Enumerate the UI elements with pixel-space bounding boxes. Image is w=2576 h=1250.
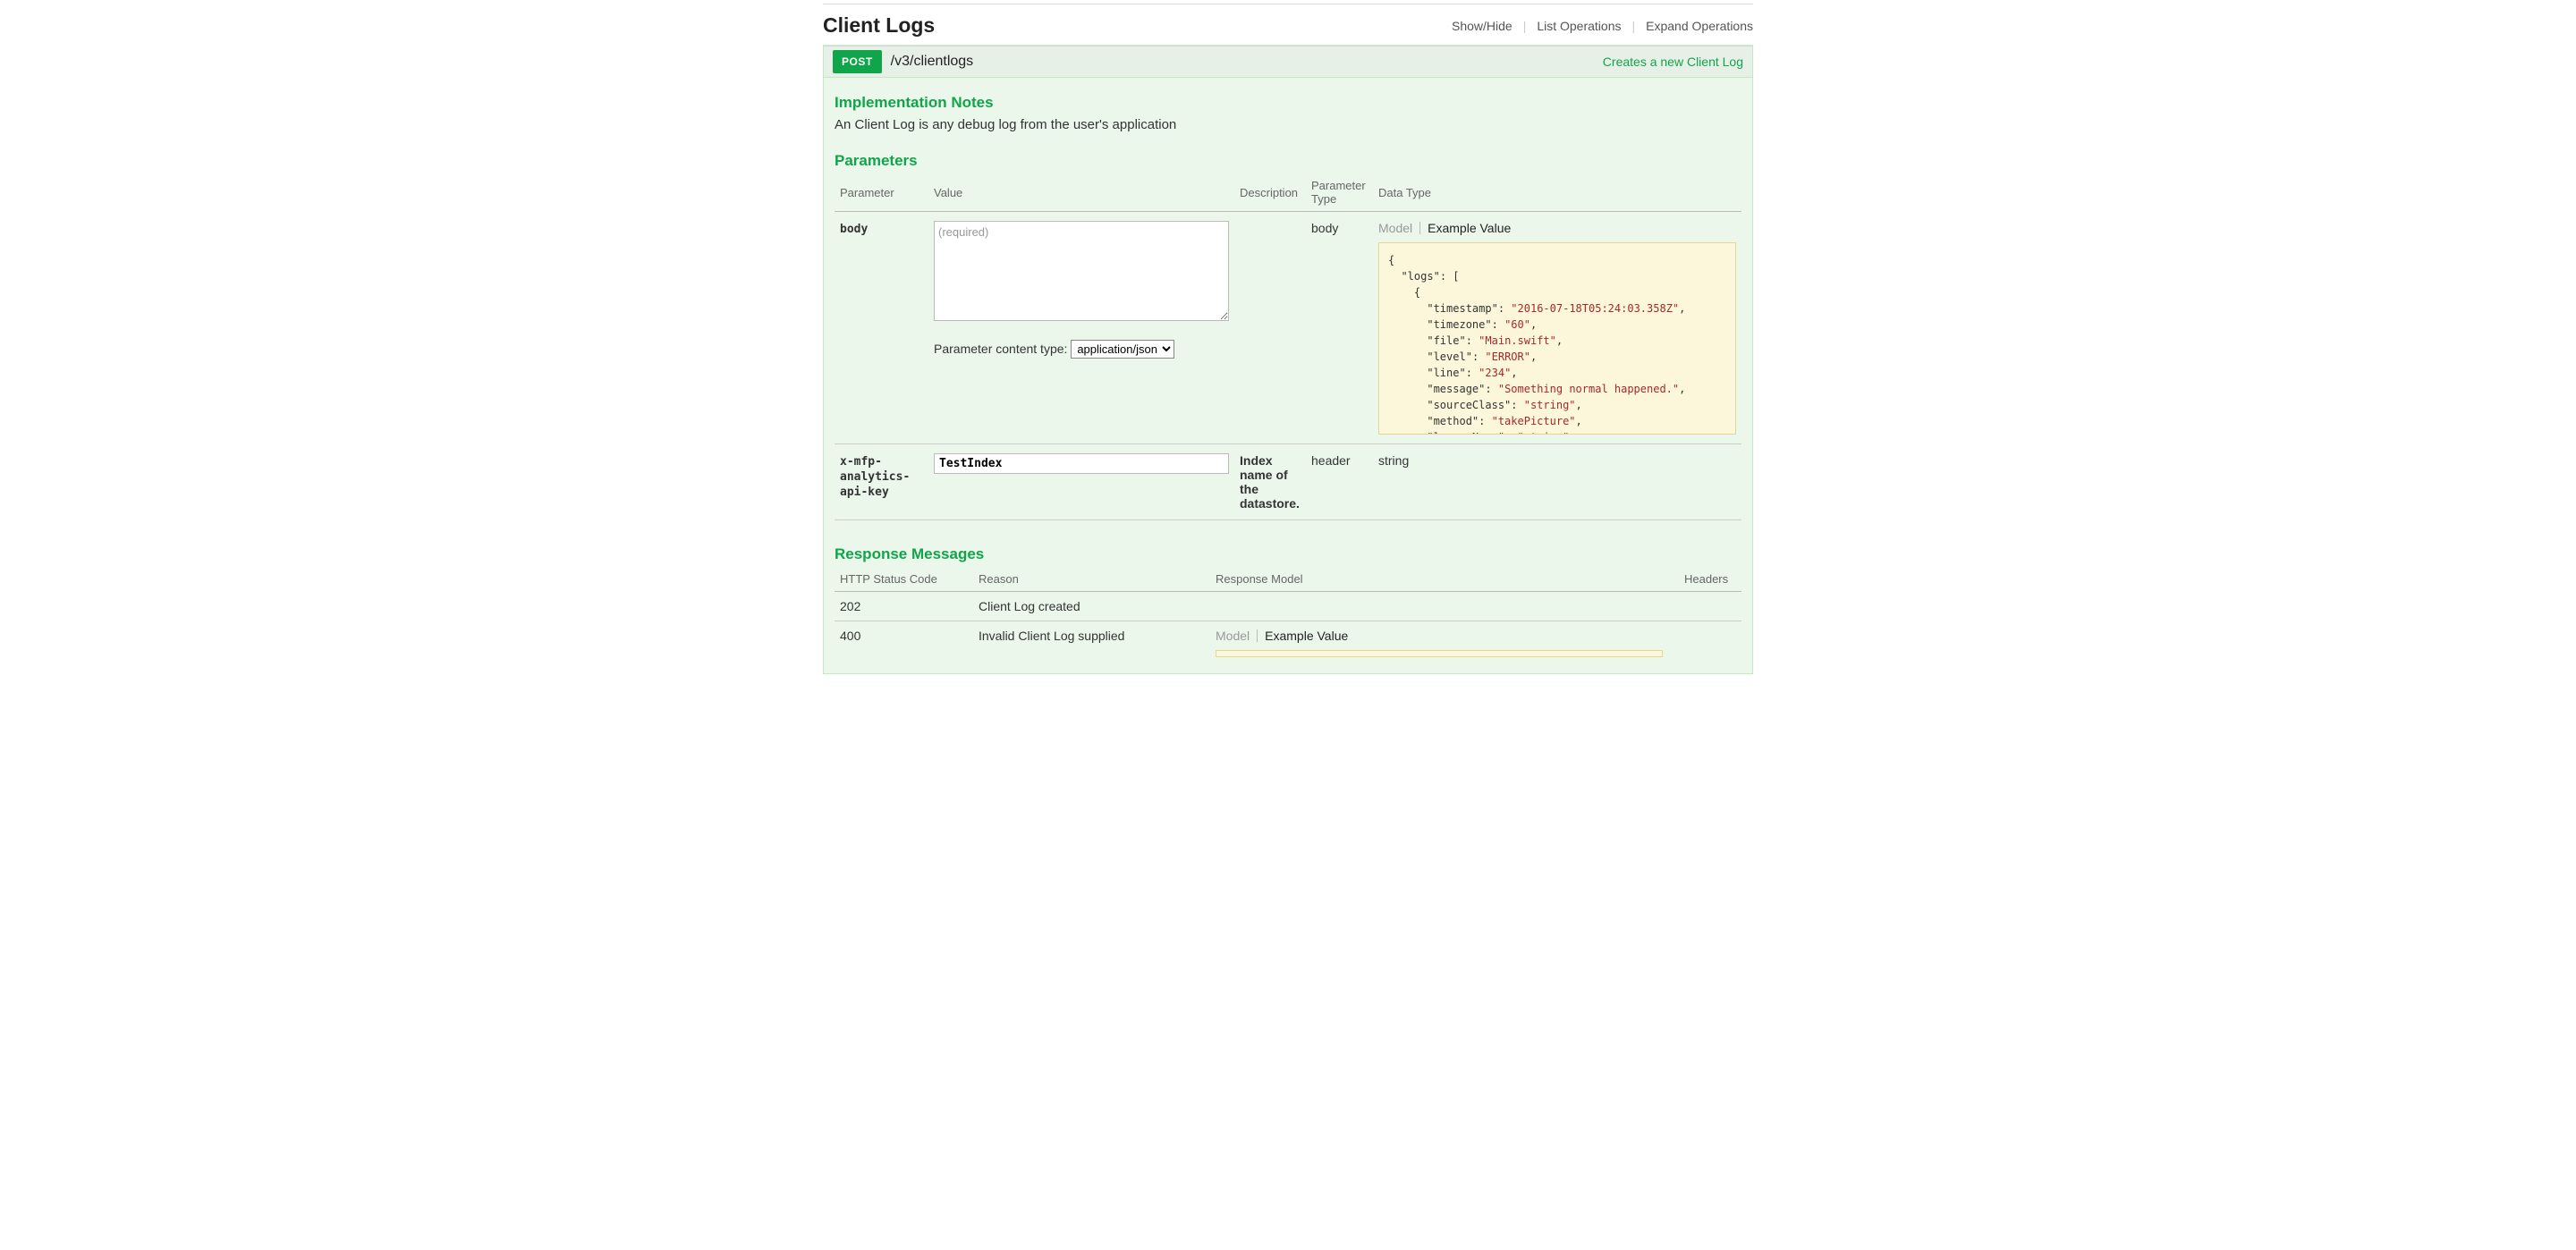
- content-type-row: Parameter content type: application/json: [934, 340, 1229, 359]
- example-json-box[interactable]: { "logs": [ { "timestamp": "2016-07-18T0…: [1378, 242, 1736, 435]
- param-type-apikey: header: [1311, 453, 1351, 468]
- operation-row[interactable]: POST /v3/clientlogs Creates a new Client…: [823, 46, 1753, 78]
- status-reason: Invalid Client Log supplied: [979, 629, 1124, 643]
- table-row: 400 Invalid Client Log supplied Model Ex…: [835, 621, 1741, 665]
- model-tab[interactable]: Model: [1378, 221, 1412, 235]
- divider-icon: [1419, 222, 1420, 234]
- table-row: body Parameter content type: application…: [835, 212, 1741, 444]
- list-operations-link[interactable]: List Operations: [1537, 19, 1621, 33]
- status-reason: Client Log created: [979, 599, 1080, 613]
- divider-icon: |: [1523, 19, 1527, 33]
- data-type-apikey: string: [1378, 453, 1409, 468]
- parameters-heading: Parameters: [835, 152, 1741, 170]
- col-description: Description: [1234, 175, 1306, 212]
- operation-body: Implementation Notes An Client Log is an…: [823, 78, 1753, 674]
- apikey-description: Index name of the datastore.: [1240, 453, 1300, 511]
- responses-table: HTTP Status Code Reason Response Model H…: [835, 569, 1741, 664]
- example-json-box-small[interactable]: [1216, 650, 1663, 657]
- model-tab[interactable]: Model: [1216, 629, 1250, 643]
- col-headers: Headers: [1679, 569, 1741, 592]
- expand-operations-link[interactable]: Expand Operations: [1646, 19, 1753, 33]
- show-hide-link[interactable]: Show/Hide: [1452, 19, 1513, 33]
- parameters-table: Parameter Value Description Parameter Ty…: [835, 175, 1741, 520]
- body-textarea[interactable]: [934, 221, 1229, 321]
- divider-icon: [1257, 629, 1258, 642]
- status-code: 400: [840, 629, 860, 643]
- col-response-model: Response Model: [1210, 569, 1679, 592]
- implementation-notes-heading: Implementation Notes: [835, 94, 1741, 112]
- section-title[interactable]: Client Logs: [823, 13, 935, 38]
- apikey-input[interactable]: [934, 453, 1229, 474]
- divider-icon: |: [1632, 19, 1636, 33]
- method-badge: POST: [833, 50, 882, 73]
- param-name-apikey: x-mfp-analytics-api-key: [840, 455, 910, 499]
- content-type-select[interactable]: application/json: [1071, 340, 1174, 359]
- param-name-body: body: [840, 223, 868, 236]
- operation-summary[interactable]: Creates a new Client Log: [1603, 55, 1743, 69]
- col-value: Value: [928, 175, 1234, 212]
- section-links: Show/Hide | List Operations | Expand Ope…: [1452, 19, 1753, 33]
- col-parameter: Parameter: [835, 175, 928, 212]
- status-code: 202: [840, 599, 860, 613]
- example-value-tab[interactable]: Example Value: [1265, 629, 1348, 643]
- operation-path[interactable]: /v3/clientlogs: [891, 54, 1603, 70]
- section-header: Client Logs Show/Hide | List Operations …: [823, 10, 1753, 46]
- response-messages-heading: Response Messages: [835, 545, 1741, 563]
- content-type-label: Parameter content type:: [934, 342, 1067, 356]
- implementation-notes-text: An Client Log is any debug log from the …: [835, 117, 1741, 132]
- col-reason: Reason: [973, 569, 1210, 592]
- col-data-type: Data Type: [1373, 175, 1741, 212]
- col-status-code: HTTP Status Code: [835, 569, 973, 592]
- table-row: x-mfp-analytics-api-key Index name of th…: [835, 444, 1741, 520]
- example-value-tab[interactable]: Example Value: [1428, 221, 1511, 235]
- param-type-body: body: [1311, 221, 1338, 235]
- col-parameter-type: Parameter Type: [1306, 175, 1373, 212]
- model-example-toggle: Model Example Value: [1216, 629, 1674, 643]
- table-row: 202 Client Log created: [835, 592, 1741, 621]
- model-example-toggle: Model Example Value: [1378, 221, 1736, 235]
